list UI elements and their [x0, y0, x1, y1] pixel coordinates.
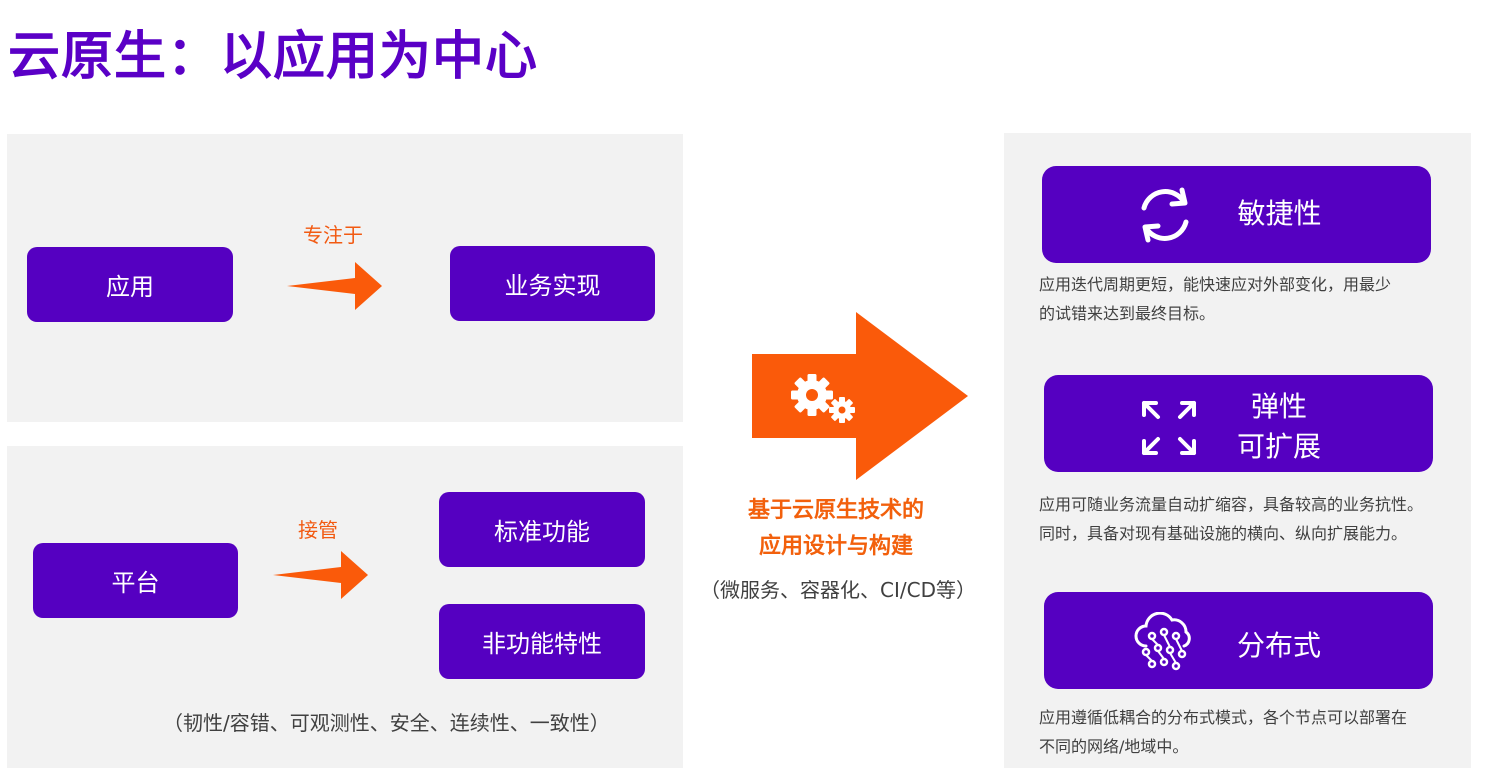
center-subcaption: （微服务、容器化、CI/CD等） — [700, 578, 976, 602]
feature-agility-label: 敏捷性 — [1237, 197, 1322, 230]
transform-arrow-icon — [752, 312, 968, 480]
business-box-label: 业务实现 — [504, 272, 601, 300]
standard-function-box: 标准功能 — [439, 492, 645, 567]
app-box-label: 应用 — [106, 273, 154, 301]
feature-agility-desc-line1: 应用迭代周期更短，能快速应对外部变化，用最少 — [1039, 275, 1392, 294]
feature-elasticity-label-line2: 可扩展 — [1236, 430, 1321, 463]
expand-arrows-icon — [1142, 401, 1196, 455]
nonfunctional-label: 非功能特性 — [482, 630, 602, 658]
feature-distributed-desc: 应用遵循低耦合的分布式模式，各个节点可以部署在 不同的网络/地域中。 — [1039, 703, 1407, 761]
feature-elasticity-box: 弹性 可扩展 — [1044, 375, 1433, 472]
feature-distributed-label: 分布式 — [1236, 629, 1321, 662]
platform-box: 平台 — [33, 543, 238, 618]
feature-agility-box: 敏捷性 — [1042, 166, 1431, 263]
center-caption-line1: 基于云原生技术的 — [747, 498, 924, 523]
feature-elasticity-desc: 应用可随业务流量自动扩缩容，具备较高的业务抗性。 同时，具备对现有基础设施的横向… — [1039, 490, 1423, 548]
feature-agility-desc-line2: 的试错来达到最终目标。 — [1039, 304, 1216, 323]
feature-agility-desc: 应用迭代周期更短，能快速应对外部变化，用最少 的试错来达到最终目标。 — [1039, 270, 1391, 328]
nonfunctional-note: （韧性/容错、可观测性、安全、连续性、一致性） — [163, 711, 610, 735]
business-box: 业务实现 — [450, 246, 655, 321]
feature-elasticity-label-line1: 弹性 — [1250, 390, 1307, 423]
standard-function-label: 标准功能 — [494, 518, 590, 546]
feature-elasticity-label: 弹性 可扩展 — [1224, 387, 1334, 467]
center-caption-line2: 应用设计与构建 — [758, 534, 913, 559]
cloud-network-icon — [1134, 612, 1191, 671]
gear-icon — [791, 374, 833, 416]
app-box: 应用 — [27, 247, 233, 322]
platform-box-label: 平台 — [111, 569, 160, 597]
takeover-arrow-label: 接管 — [298, 518, 338, 542]
center-caption: 基于云原生技术的 应用设计与构建 — [706, 493, 966, 565]
focus-arrow-label: 专注于 — [303, 223, 363, 247]
feature-distributed-desc-line2: 不同的网络/地域中。 — [1039, 737, 1189, 756]
focus-arrow-icon — [287, 262, 382, 310]
feature-elasticity-desc-line2: 同时，具备对现有基础设施的横向、纵向扩展能力。 — [1039, 524, 1408, 543]
feature-elasticity-desc-line1: 应用可随业务流量自动扩缩容，具备较高的业务抗性。 — [1039, 495, 1424, 514]
feature-distributed-box: 分布式 — [1044, 592, 1433, 689]
takeover-arrow-icon — [273, 551, 368, 599]
refresh-icon — [1141, 187, 1189, 243]
page-title: 云原生：以应用为中心 — [8, 27, 539, 87]
nonfunctional-box: 非功能特性 — [439, 604, 645, 679]
feature-distributed-desc-line1: 应用遵循低耦合的分布式模式，各个节点可以部署在 — [1039, 708, 1408, 727]
